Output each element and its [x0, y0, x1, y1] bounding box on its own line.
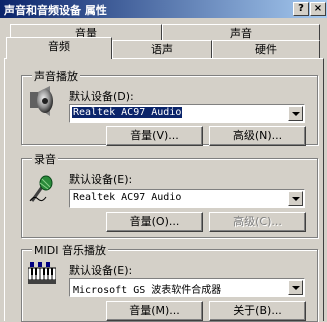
title-bar: 声音和音频设备 属性 ? ×: [0, 0, 327, 18]
playback-advanced-button[interactable]: 高级(N)...: [209, 126, 306, 146]
microphone-icon: [29, 175, 53, 202]
midi-about-button[interactable]: 关于(B)...: [209, 301, 306, 321]
playback-device-select[interactable]: Realtek AC97 Audio: [69, 104, 305, 123]
playback-volume-button[interactable]: 音量(V)...: [106, 126, 203, 146]
midi-title: MIDI 音乐播放: [32, 242, 108, 258]
close-button[interactable]: ×: [310, 2, 326, 16]
recording-title: 录音: [32, 151, 58, 167]
recording-device-select[interactable]: Realtek AC97 Audio: [69, 189, 305, 208]
sound-playback-group: 声音播放 默认设备(D): Realtek AC97 Audio 音量(V)..…: [21, 68, 318, 146]
recording-device-label: 默认设备(E):: [69, 173, 133, 186]
tab-voice[interactable]: 语声: [112, 40, 212, 59]
midi-volume-button[interactable]: 音量(M)...: [106, 301, 203, 321]
sound-playback-title: 声音播放: [32, 68, 80, 84]
speaker-icon: [30, 86, 53, 116]
chevron-down-icon[interactable]: [288, 106, 303, 121]
tab-audio[interactable]: 音频: [6, 37, 112, 59]
midi-group: MIDI 音乐播放 默认设备(E): Microsoft GS 波表软件合成器 …: [21, 242, 318, 322]
recording-advanced-button: 高级(C)...: [209, 212, 306, 232]
playback-device-label: 默认设备(D):: [69, 90, 134, 103]
window-title: 声音和音频设备 属性: [4, 4, 107, 17]
midi-device-label: 默认设备(E):: [69, 264, 133, 277]
recording-group: 录音 默认设备(E): Realtek AC97 Audio 音量(O)... …: [21, 151, 318, 238]
midi-keyboard-icon: [28, 262, 56, 284]
chevron-down-icon[interactable]: [288, 280, 303, 295]
tab-panel-audio: 声音播放 默认设备(D): Realtek AC97 Audio 音量(V)..…: [4, 58, 324, 322]
tab-hardware[interactable]: 硬件: [212, 40, 320, 59]
recording-volume-button[interactable]: 音量(O)...: [106, 212, 203, 232]
midi-device-select[interactable]: Microsoft GS 波表软件合成器: [69, 278, 305, 297]
playback-device-value: Realtek AC97 Audio: [70, 106, 184, 119]
midi-device-value: Microsoft GS 波表软件合成器: [73, 285, 222, 296]
help-button[interactable]: ?: [293, 2, 309, 16]
chevron-down-icon[interactable]: [288, 191, 303, 206]
recording-device-value: Realtek AC97 Audio: [73, 192, 182, 203]
